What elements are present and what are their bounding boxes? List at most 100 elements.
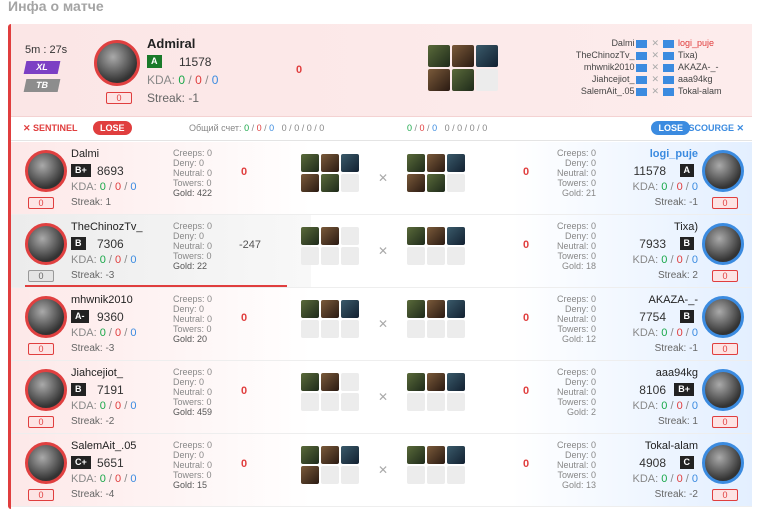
player-row: 0 TheChinozTv_ B 7306 KDA: 0 / 0 / 0 Streak: … (11, 215, 752, 288)
hero-avatar[interactable] (25, 296, 67, 338)
lineup-row: mhwnik2010 ✕ AKAZA-_- (583, 62, 719, 72)
player-name[interactable]: Jiahcejiot_ (71, 367, 123, 379)
mmr-value: 5651 (97, 456, 124, 470)
match-card: 5m : 27s XL TB 0 Admiral A 11578 KDA: 0 … (8, 24, 752, 509)
versus-icon: ✕ (378, 244, 389, 258)
items-grid (301, 227, 359, 265)
streak-text: Streak: 2 (657, 270, 698, 281)
player-row: 0 mhwnik2010 A- 9360 KDA: 0 / 0 / 0 Streak: -… (11, 288, 752, 361)
kda-line: KDA: 0 / 0 / 0 (632, 327, 698, 339)
player-name[interactable]: aaa94kg (656, 367, 698, 379)
streak-text: Streak: -1 (147, 91, 200, 105)
last-hits-badge: 0 (712, 270, 738, 282)
stats-block: Creeps: 0 Deny: 0 Neutral: 0 Towers: 0 Gold:… (556, 221, 596, 271)
hero-avatar[interactable] (702, 442, 744, 484)
last-hits-badge: 0 (28, 197, 54, 209)
hero-avatar[interactable] (25, 442, 67, 484)
rank-badge: A- (71, 310, 89, 323)
scourge-score: 0 / 0 / 0 0 / 0 / 0 / 0 (407, 123, 488, 133)
tb-badge: TB (23, 79, 61, 92)
kda-line: KDA: 0 / 0 / 0 (71, 327, 137, 339)
rank-badge: C+ (71, 456, 91, 469)
streak-text: Streak: -1 (654, 197, 698, 208)
gold-diff: 0 (523, 385, 530, 397)
player-name[interactable]: Dalmi (71, 148, 99, 160)
items-grid (301, 154, 359, 192)
player-name[interactable]: SalemAit_.05 (71, 440, 136, 452)
player-name[interactable]: logi_puje (650, 148, 698, 160)
kda-line: KDA: 0 / 0 / 0 (71, 254, 137, 266)
hero-avatar[interactable] (25, 369, 67, 411)
stats-block: Creeps: 0 Deny: 0 Neutral: 0 Towers: 0 Gold:… (556, 148, 596, 198)
gold-diff: 0 (523, 166, 530, 178)
kda-line: KDA: 0 / 0 / 0 (71, 400, 137, 412)
rank-badge: B+ (674, 383, 694, 396)
items-grid (428, 45, 498, 91)
player-row: 0 Jiahcejiot_ B 7191 KDA: 0 / 0 / 0 Streak: -… (11, 361, 752, 434)
mmr-value: 7306 (97, 237, 124, 251)
streak-text: Streak: 1 (71, 197, 112, 208)
stats-block: Creeps: 0 Deny: 0 Neutral: 0 Towers: 0 Gold:… (556, 294, 596, 344)
streak-text: Streak: -3 (71, 270, 115, 281)
player-row: 0 Dalmi B+ 8693 KDA: 0 / 0 / 0 Streak: 1 Creep… (11, 142, 752, 215)
kda-line: KDA: 0 / 0 / 0 (632, 254, 698, 266)
gold-diff: 0 (523, 312, 530, 324)
mmr-value: 8693 (97, 164, 124, 178)
mmr-value: 4908 (639, 456, 666, 470)
player-name[interactable]: Admiral (147, 36, 195, 51)
mmr-value: 9360 (97, 310, 124, 324)
hero-avatar[interactable] (702, 369, 744, 411)
mmr-value: 7933 (639, 237, 666, 251)
mmr-value: 11578 (633, 164, 666, 178)
stats-block: Creeps: 0 Deny: 0 Neutral: 0 Towers: 0 Gold:… (556, 440, 596, 490)
player-name[interactable]: mhwnik2010 (71, 294, 133, 306)
hero-avatar[interactable] (25, 150, 67, 192)
gold-diff: 0 (241, 385, 248, 397)
gold-diff: 0 (241, 312, 248, 324)
versus-icon: ✕ (378, 171, 389, 185)
rank-badge: B (71, 237, 86, 250)
gold-diff: -247 (239, 239, 262, 251)
last-hits-badge: 0 (712, 197, 738, 209)
rank-badge: B (679, 237, 694, 250)
gold-diff: 0 (241, 458, 248, 470)
kda-line: KDA: 0 / 0 / 0 (147, 73, 219, 87)
kda-line: KDA: 0 / 0 / 0 (632, 181, 698, 193)
last-hits-badge: 0 (28, 270, 54, 282)
stats-block: Creeps: 0 Deny: 0 Neutral: 0 Towers: 0 Gold:… (173, 440, 213, 490)
player-name[interactable]: TheChinozTv_ (71, 221, 143, 233)
stats-block: Creeps: 0 Deny: 0 Neutral: 0 Towers: 0 Gold:… (173, 294, 213, 344)
rank-badge: B (71, 383, 86, 396)
player-name[interactable]: Tokal-alam (645, 440, 698, 452)
kda-line: KDA: 0 / 0 / 0 (71, 473, 137, 485)
scourge-result: LOSE (651, 121, 690, 135)
items-grid (407, 227, 465, 265)
kda-line: KDA: 0 / 0 / 0 (632, 400, 698, 412)
streak-text: Streak: -2 (71, 416, 115, 427)
stats-block: Creeps: 0 Deny: 0 Neutral: 0 Towers: 0 Gold:… (173, 367, 213, 417)
lineup: Dalmi ✕ logi_puje TheChinozTv_ ✕ Tixa) mhwni… (544, 37, 744, 97)
streak-text: Streak: -1 (654, 343, 698, 354)
player-name[interactable]: Tixa) (674, 221, 698, 233)
stats-block: Creeps: 0 Deny: 0 Neutral: 0 Towers: 0 Gold:… (173, 221, 213, 271)
last-hits-badge: 0 (712, 343, 738, 355)
hero-avatar[interactable] (702, 150, 744, 192)
mmr-value: 7754 (639, 310, 666, 324)
rank-badge: C (679, 456, 694, 469)
rank-badge: A (147, 55, 162, 68)
hero-avatar[interactable] (702, 296, 744, 338)
hero-avatar[interactable] (94, 40, 140, 86)
player-name[interactable]: AKAZA-_- (648, 294, 698, 306)
game-time: 5m : 27s (25, 44, 68, 56)
versus-icon: ✕ (378, 390, 389, 404)
page-title: Инфа о матче (8, 0, 104, 14)
gold-diff: 0 (296, 64, 303, 76)
stats-block: Creeps: 0 Deny: 0 Neutral: 0 Towers: 0 Gold:… (556, 367, 596, 417)
last-hits-badge: 0 (28, 343, 54, 355)
items-grid (301, 300, 359, 338)
last-hits-badge: 0 (712, 489, 738, 501)
lineup-row: TheChinozTv_ ✕ Tixa) (575, 50, 698, 60)
hero-avatar[interactable] (702, 223, 744, 265)
hero-avatar[interactable] (25, 223, 67, 265)
kda-line: KDA: 0 / 0 / 0 (71, 181, 137, 193)
